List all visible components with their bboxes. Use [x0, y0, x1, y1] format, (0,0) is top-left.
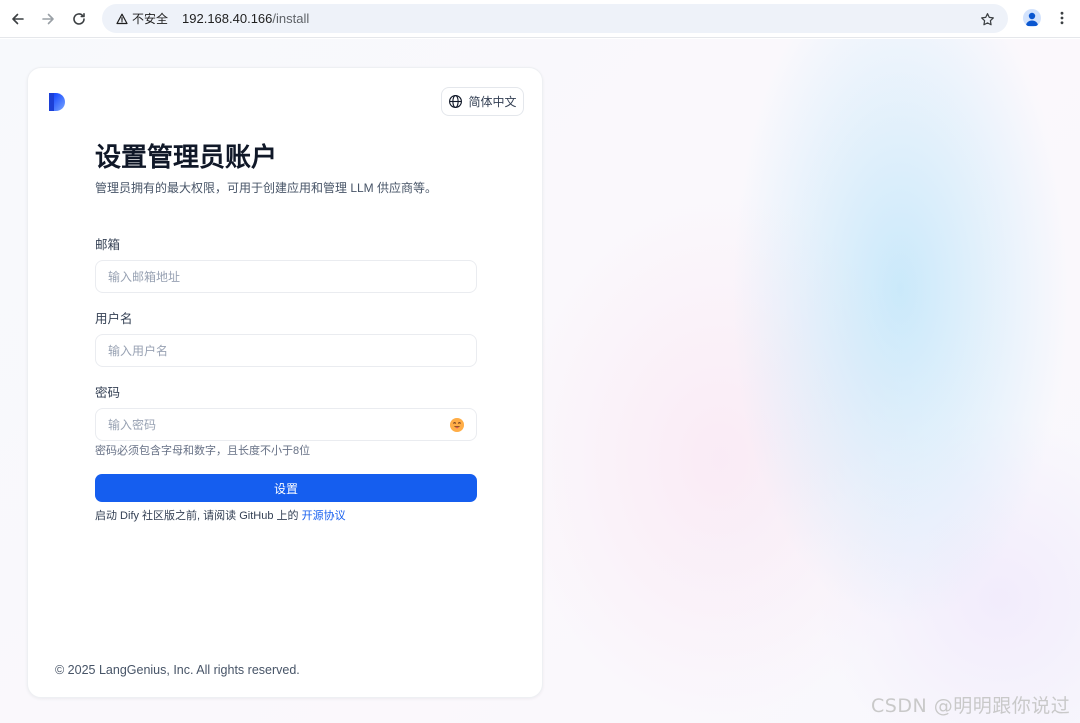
language-selector[interactable]: 简体中文: [441, 87, 524, 116]
warning-triangle-icon: [116, 13, 128, 24]
forward-button[interactable]: [33, 4, 63, 34]
emoji-face-icon[interactable]: [449, 417, 465, 433]
back-button[interactable]: [3, 4, 33, 34]
username-input[interactable]: [108, 343, 464, 358]
arrow-right-icon: [42, 13, 54, 25]
language-label: 简体中文: [468, 95, 517, 109]
url-host: 192.168.40.166: [182, 11, 273, 26]
reload-icon: [73, 13, 85, 25]
license-prefix: 启动 Dify 社区版之前, 请阅读 GitHub 上的: [95, 510, 302, 522]
globe-icon: [449, 95, 463, 108]
setup-button[interactable]: 设置: [95, 474, 477, 502]
username-group: 用户名: [95, 311, 477, 367]
license-notice: 启动 Dify 社区版之前, 请阅读 GitHub 上的 开源协议: [95, 509, 477, 523]
username-label: 用户名: [95, 312, 133, 326]
more-vertical-icon: [1060, 11, 1064, 25]
dify-logo: [49, 93, 65, 111]
email-group: 邮箱: [95, 237, 477, 293]
password-group: 密码 密码必须包含字母和数字，且长度不小于8位: [95, 385, 477, 458]
profile-icon: [1023, 9, 1041, 27]
email-label: 邮箱: [95, 238, 121, 252]
email-input[interactable]: [108, 269, 464, 284]
username-input-wrapper: [95, 334, 477, 367]
browser-toolbar: 不安全 192.168.40.166/install: [0, 0, 1080, 38]
page-title: 设置管理员账户: [95, 142, 278, 172]
url-text[interactable]: 192.168.40.166/install: [182, 11, 309, 26]
reload-button[interactable]: [64, 4, 94, 34]
password-label: 密码: [95, 386, 121, 400]
profile-button[interactable]: [1019, 5, 1045, 31]
bookmark-button[interactable]: [976, 8, 998, 30]
watermark: CSDN @明明跟你说过: [871, 695, 1071, 717]
address-bar[interactable]: 不安全 192.168.40.166/install: [102, 4, 1008, 33]
copyright: © 2025 LangGenius, Inc. All rights reser…: [55, 663, 300, 677]
star-icon: [980, 12, 994, 25]
page-subtitle: 管理员拥有的最大权限，可用于创建应用和管理 LLM 供应商等。: [95, 181, 438, 195]
security-label: 不安全: [132, 12, 169, 26]
arrow-left-icon: [12, 13, 24, 25]
password-input-wrapper: [95, 408, 477, 441]
password-hint: 密码必须包含字母和数字，且长度不小于8位: [95, 445, 311, 457]
install-card: 简体中文 设置管理员账户 管理员拥有的最大权限，可用于创建应用和管理 LLM 供…: [27, 67, 543, 698]
password-input[interactable]: [108, 417, 464, 432]
browser-menu-button[interactable]: [1050, 5, 1074, 31]
security-chip[interactable]: 不安全: [108, 7, 176, 30]
url-path: /install: [272, 11, 310, 26]
page-background: 简体中文 设置管理员账户 管理员拥有的最大权限，可用于创建应用和管理 LLM 供…: [0, 39, 1080, 723]
license-link[interactable]: 开源协议: [302, 510, 346, 522]
email-input-wrapper: [95, 260, 477, 293]
setup-form: 设置管理员账户 管理员拥有的最大权限，可用于创建应用和管理 LLM 供应商等。 …: [95, 140, 477, 523]
